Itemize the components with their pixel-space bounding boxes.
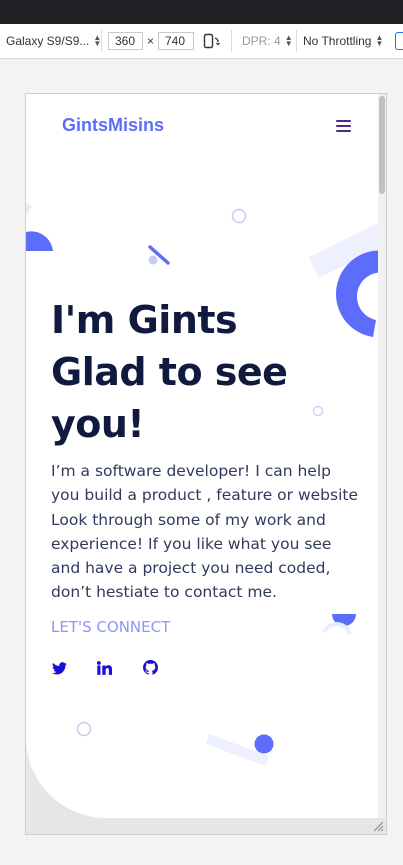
select-arrows-icon: ▲ ▼: [375, 33, 384, 48]
browser-top-bar: [0, 0, 403, 24]
scrollbar-thumb[interactable]: [379, 96, 385, 194]
toolbar-divider: [296, 30, 297, 52]
dimension-times: ×: [147, 34, 155, 48]
device-select-label: Galaxy S9/S9...: [6, 34, 90, 48]
lets-connect-link[interactable]: LET'S CONNECT: [51, 618, 170, 636]
settings-toggle-edge[interactable]: [395, 32, 403, 50]
height-input[interactable]: 740: [158, 32, 194, 50]
throttling-label: No Throttling: [303, 34, 372, 48]
hero-line: Glad to see: [51, 350, 288, 394]
select-arrows-icon: ▲ ▼: [284, 33, 293, 48]
background-decorations: [26, 202, 386, 766]
dpr-select[interactable]: DPR: 4 ▲ ▼: [242, 24, 293, 58]
hero-title: I'm Gints Glad to see you!: [51, 294, 351, 450]
portfolio-page: GintsMisins I'm Gints Glad to see you! I…: [26, 94, 386, 818]
linkedin-icon[interactable]: [97, 660, 113, 676]
hero-line: you!: [51, 402, 145, 446]
device-viewport: GintsMisins I'm Gints Glad to see you! I…: [25, 93, 387, 835]
github-icon[interactable]: [143, 660, 159, 676]
menu-icon[interactable]: [336, 120, 351, 133]
site-logo[interactable]: GintsMisins: [62, 115, 164, 136]
page-scrollbar[interactable]: [378, 94, 386, 818]
device-select[interactable]: Galaxy S9/S9... ▲ ▼: [6, 24, 101, 58]
intro-text: I’m a software developer! I can help you…: [51, 462, 358, 602]
toolbar-divider: [231, 30, 232, 52]
hero-line: I'm Gints: [51, 298, 238, 342]
throttling-select[interactable]: No Throttling ▲ ▼: [303, 24, 383, 58]
twitter-icon[interactable]: [52, 660, 68, 676]
resize-handle-icon[interactable]: [372, 820, 384, 832]
toolbar-divider: [101, 30, 102, 52]
rotate-icon[interactable]: [203, 24, 221, 58]
dpr-label: DPR: 4: [242, 34, 281, 48]
width-input[interactable]: 360: [108, 32, 143, 50]
devtools-device-toolbar: Galaxy S9/S9... ▲ ▼ 360 × 740 DPR: 4 ▲ ▼ N…: [0, 24, 403, 59]
